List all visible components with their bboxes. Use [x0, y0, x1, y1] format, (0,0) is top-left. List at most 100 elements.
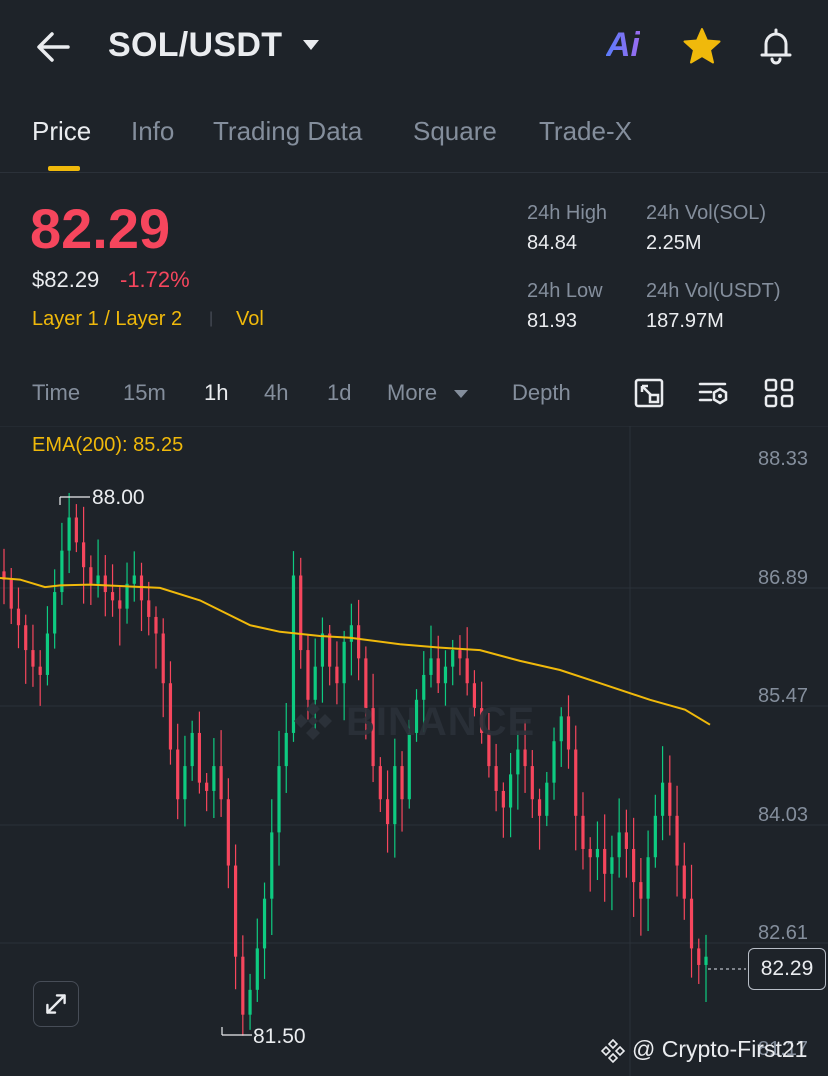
candle-body	[183, 766, 187, 800]
candle-body	[212, 766, 216, 791]
stat-24h-vol-usdt-value: 187.97M	[646, 310, 724, 332]
candle-body	[241, 956, 245, 1015]
candle-body	[501, 790, 505, 808]
candle-body	[697, 948, 701, 965]
candle-body	[335, 666, 339, 684]
active-tab-indicator	[48, 166, 80, 171]
candle-body	[118, 600, 122, 609]
category-tag-vol[interactable]: Vol	[236, 308, 264, 331]
candle-body	[154, 616, 158, 634]
interval-1d[interactable]: 1d	[327, 380, 351, 406]
candle-body	[255, 948, 259, 990]
candle-body	[110, 592, 115, 601]
candle-body	[660, 782, 665, 816]
candle-body	[9, 579, 13, 609]
candle-body	[494, 766, 498, 791]
candle-body	[45, 633, 50, 675]
stat-24h-vol-usdt-label: 24h Vol(USDT)	[646, 280, 781, 302]
candle-body	[53, 592, 57, 634]
candle-body	[147, 600, 151, 617]
ai-assistant-icon[interactable]: Ai	[606, 26, 640, 65]
grid-layout-icon[interactable]	[762, 376, 796, 410]
tab-info[interactable]: Info	[131, 116, 174, 147]
candle-body	[624, 832, 628, 849]
candle-body	[400, 766, 404, 800]
tab-trade-x[interactable]: Trade-X	[539, 116, 632, 147]
back-arrow-icon[interactable]	[34, 28, 72, 66]
chevron-down-icon[interactable]	[302, 38, 320, 52]
ema-indicator-label[interactable]: EMA(200): 85.25	[32, 434, 183, 457]
interval-4h[interactable]: 4h	[264, 380, 288, 406]
low-marker: 81.50	[221, 1025, 306, 1048]
candle-body	[299, 575, 303, 651]
stat-24h-low-value: 81.93	[527, 310, 578, 332]
y-tick-label: 84.03	[758, 804, 808, 826]
candle-body	[226, 799, 230, 866]
notification-bell-icon[interactable]	[756, 26, 796, 66]
candle-body	[168, 683, 173, 750]
tab-square[interactable]: Square	[413, 116, 497, 147]
high-marker-label: 88.00	[92, 486, 145, 509]
high-marker: 88.00	[59, 486, 145, 509]
binance-square-logo-icon	[600, 1038, 626, 1064]
interval-1h[interactable]: 1h	[204, 380, 228, 406]
interval-more[interactable]: More	[387, 380, 437, 406]
chevron-down-icon[interactable]	[453, 388, 469, 400]
candle-body	[443, 666, 448, 684]
tag-separator: |	[209, 310, 214, 327]
category-tag-layer[interactable]: Layer 1 / Layer 2	[32, 308, 182, 331]
candle-body	[349, 625, 353, 642]
candle-body	[393, 766, 397, 825]
divider	[0, 172, 828, 173]
candle-body	[675, 815, 679, 866]
candle-body	[646, 857, 650, 899]
candle-body	[24, 625, 28, 651]
candle-body	[176, 749, 180, 800]
candle-body	[610, 857, 614, 874]
candle-body	[16, 608, 21, 626]
candle-body	[270, 832, 274, 899]
candle-body	[516, 749, 520, 775]
candle-body	[284, 732, 288, 767]
expand-icon[interactable]	[33, 981, 79, 1027]
tab-price[interactable]: Price	[32, 116, 91, 147]
candle-body	[595, 848, 600, 858]
candle-body	[342, 641, 346, 684]
interval-time[interactable]: Time	[32, 380, 80, 406]
candle-body	[378, 766, 382, 800]
candle-body	[668, 782, 672, 816]
interval-depth[interactable]: Depth	[512, 380, 571, 406]
indicator-settings-icon[interactable]	[697, 376, 731, 410]
candle-body	[233, 865, 238, 957]
candle-body	[74, 517, 78, 543]
candle-body	[96, 575, 100, 584]
candle-body	[385, 799, 390, 825]
candle-body	[320, 633, 325, 667]
stat-24h-vol-sol-label: 24h Vol(SOL)	[646, 202, 767, 224]
low-marker-label: 81.50	[253, 1025, 306, 1048]
candle-body	[451, 650, 455, 667]
candle-body	[436, 658, 440, 684]
interval-15m[interactable]: 15m	[123, 380, 166, 406]
candle-body	[530, 766, 534, 800]
favorite-star-icon[interactable]	[682, 26, 722, 66]
candle-body	[682, 865, 686, 899]
y-tick-label: 88.33	[758, 448, 808, 470]
price-change-percent: -1.72%	[120, 267, 190, 292]
candle-body	[161, 633, 165, 684]
candle-body	[190, 732, 194, 767]
candle-body	[465, 658, 469, 684]
candle-body	[653, 815, 657, 858]
stat-24h-high-label: 24h High	[527, 202, 608, 224]
current-price-tag: 82.29	[748, 948, 826, 990]
last-price: 82.29	[30, 197, 171, 260]
candle-body	[67, 517, 71, 551]
fullscreen-chart-icon[interactable]	[632, 376, 666, 410]
tab-trading-data[interactable]: Trading Data	[213, 116, 362, 147]
candle-body	[313, 666, 317, 700]
candle-body	[574, 749, 578, 816]
candle-body	[219, 766, 223, 800]
candle-body	[581, 815, 585, 849]
candlestick-chart[interactable]: 88.33 86.89 85.47 84.03 82.61 81.17 88.0…	[0, 426, 828, 1076]
pair-selector[interactable]: SOL/USDT	[108, 26, 282, 65]
